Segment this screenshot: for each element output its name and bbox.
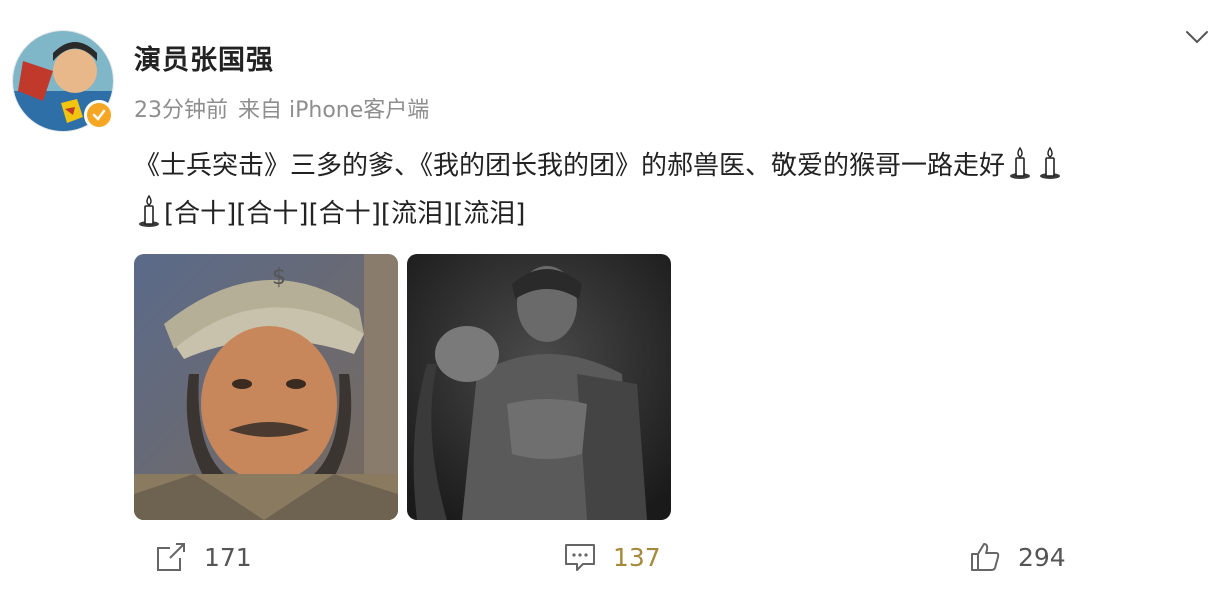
- photo-1[interactable]: $: [134, 254, 398, 520]
- post-text-line2: [合十][合十][合十][流泪][流泪]: [164, 199, 526, 229]
- thumbs-up-icon: [971, 543, 1000, 571]
- post-time: 23分钟前: [134, 98, 228, 123]
- like-count: 294: [1018, 542, 1066, 572]
- post-text-line1: 《士兵突击》三多的爹、《我的团长我的团》的郝兽医、敬爱的猴哥一路走好: [134, 151, 1006, 181]
- candle-icon: [1040, 146, 1061, 179]
- like-button[interactable]: 294: [968, 540, 1066, 574]
- verified-badge-icon: [84, 100, 114, 130]
- username[interactable]: 演员张国强: [134, 38, 274, 77]
- candle-icon: [139, 194, 159, 227]
- post-source: 来自 iPhone客户端: [238, 98, 430, 123]
- weibo-post-card: 演员张国强 23分钟前 来自 iPhone客户端 《士兵突击》三多的爹、《我的团长…: [0, 0, 1232, 614]
- svg-text:$: $: [272, 265, 286, 290]
- comment-button[interactable]: 137: [563, 540, 661, 574]
- post-text: 《士兵突击》三多的爹、《我的团长我的团》的郝兽医、敬爱的猴哥一路走好 [合十][…: [134, 142, 1209, 238]
- comment-icon: [565, 544, 595, 571]
- share-icon: [157, 543, 185, 571]
- repost-count: 171: [204, 542, 252, 572]
- comment-count: 137: [613, 542, 661, 572]
- repost-button[interactable]: 171: [154, 540, 252, 574]
- photo-2[interactable]: [407, 254, 671, 520]
- chevron-down-icon[interactable]: [1182, 22, 1212, 52]
- avatar[interactable]: [12, 30, 114, 132]
- action-bar: 171 137 294: [0, 540, 1232, 580]
- post-meta: 23分钟前 来自 iPhone客户端: [134, 92, 439, 124]
- candle-icon: [1010, 146, 1031, 179]
- photo-grid: $: [134, 254, 671, 520]
